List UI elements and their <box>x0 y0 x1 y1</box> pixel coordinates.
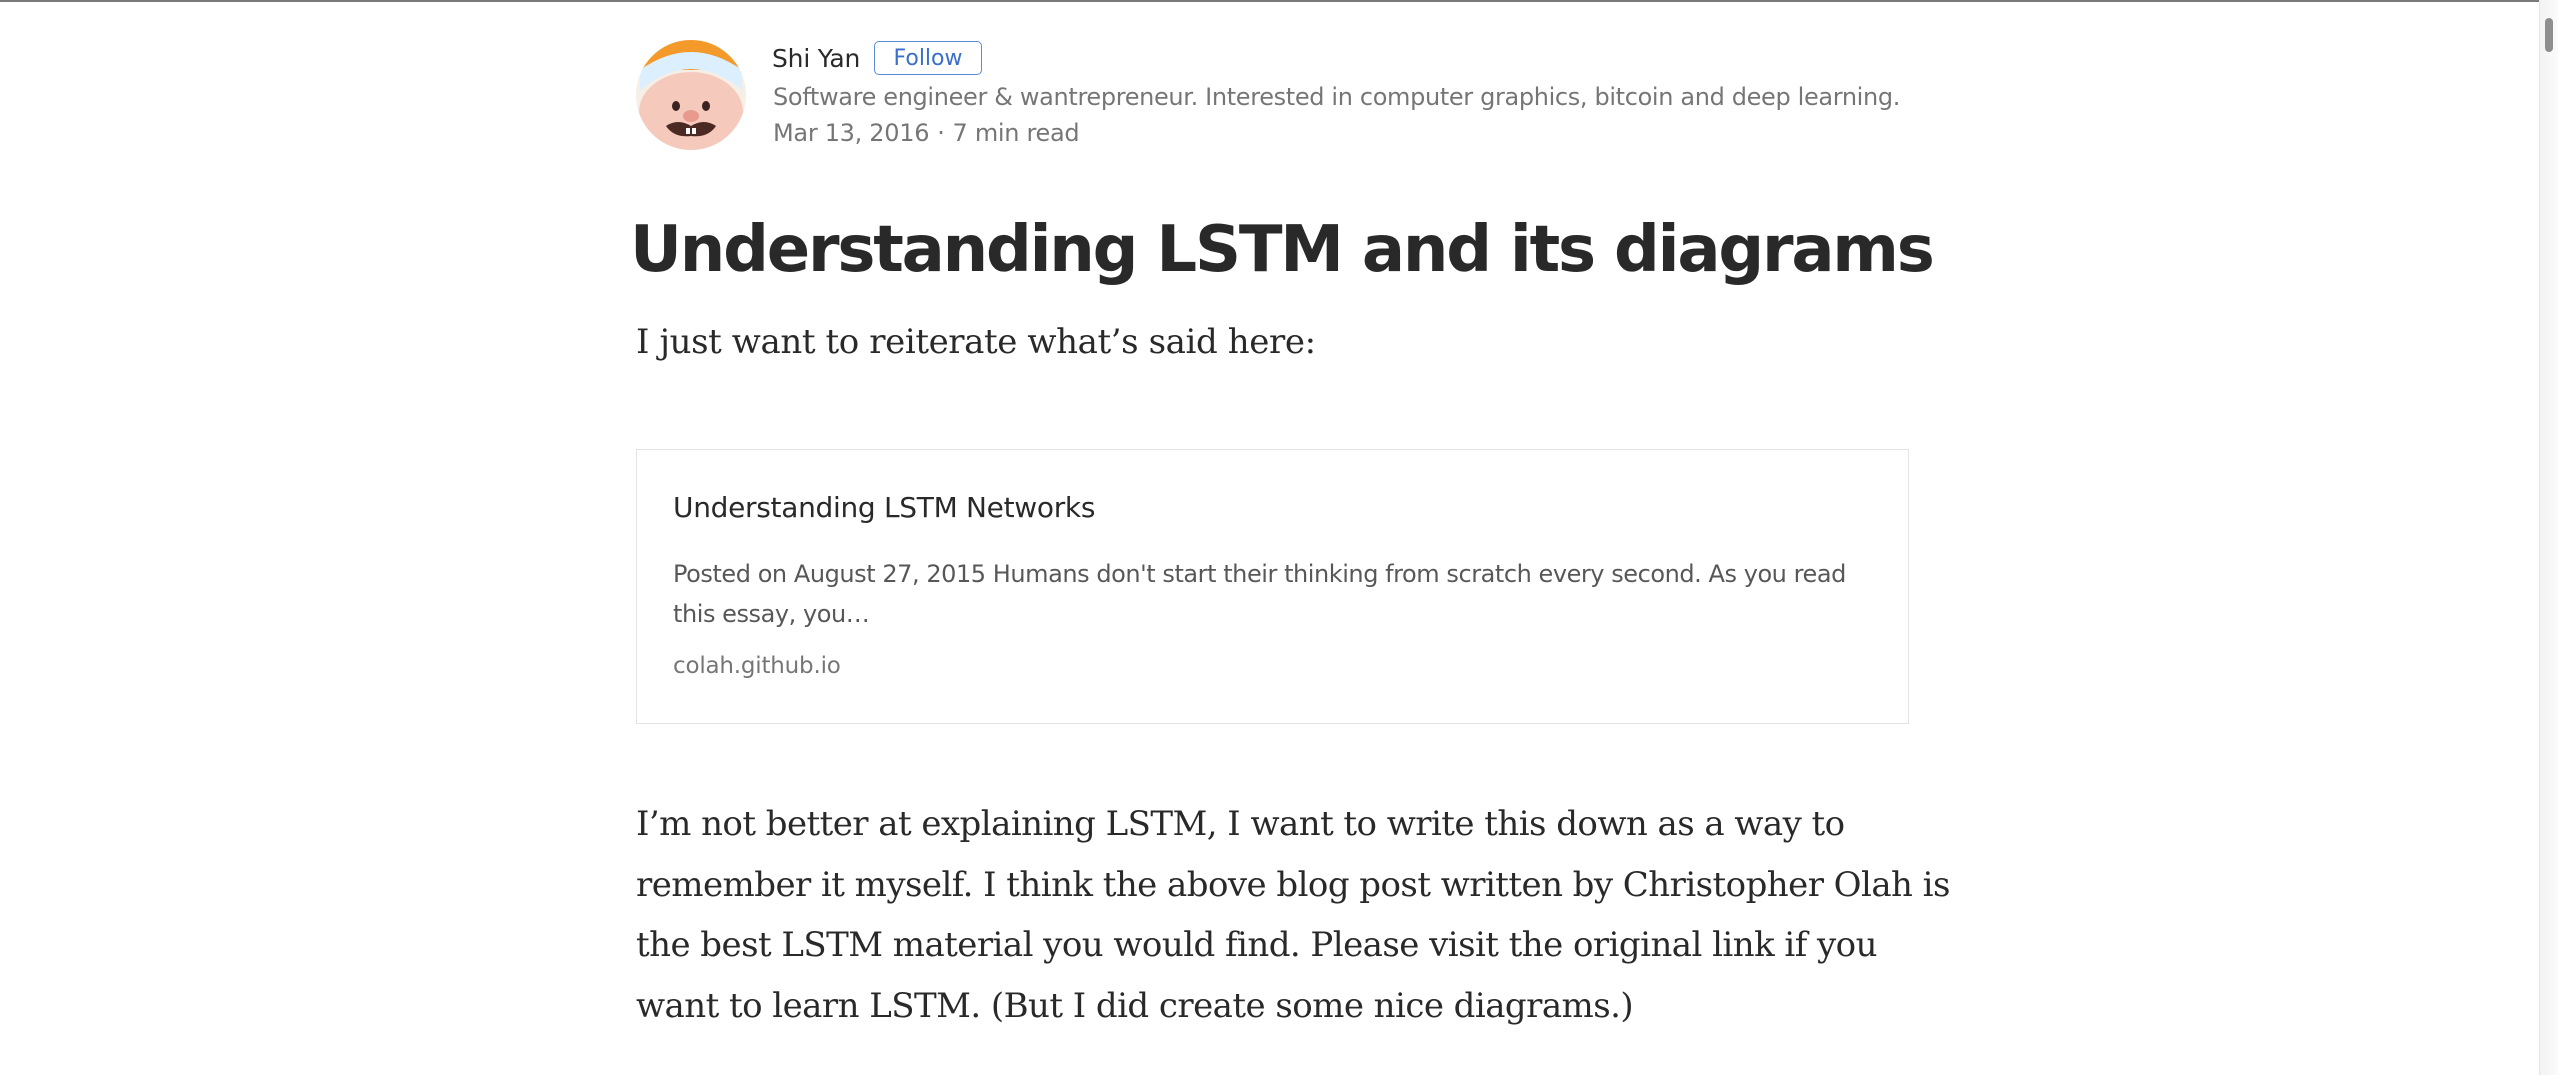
author-bio: Software engineer & wantrepreneur. Inter… <box>773 83 1901 111</box>
vertical-scrollbar[interactable] <box>2539 0 2558 1075</box>
post-meta: Mar 13, 2016 · 7 min read <box>773 116 1080 150</box>
follow-button[interactable]: Follow <box>874 41 982 75</box>
link-preview-card[interactable]: Understanding LSTM Networks Posted on Au… <box>636 449 1909 724</box>
body-line: remember it myself. I think the above bl… <box>636 864 1950 905</box>
post-title: Understanding LSTM and its diagrams <box>630 213 1935 287</box>
link-card-description: Posted on August 27, 2015 Humans don't s… <box>673 560 1846 628</box>
link-card-title: Understanding LSTM Networks <box>673 491 1096 524</box>
scrollbar-thumb[interactable] <box>2545 18 2553 52</box>
body-paragraph: I’m not better at explaining LSTM, I wan… <box>636 794 1950 1036</box>
body-line: the best LSTM material you would find. P… <box>636 925 1877 965</box>
read-time: 7 min read <box>952 119 1080 147</box>
body-line: I’m not better at explaining LSTM, I wan… <box>636 804 1845 844</box>
body-line: want to learn LSTM. (But I did create so… <box>636 985 1634 1026</box>
meta-separator: · <box>937 119 945 147</box>
cartoon-face-icon <box>636 40 746 150</box>
post-date[interactable]: Mar 13, 2016 <box>773 119 929 147</box>
author-name[interactable]: Shi Yan <box>772 42 860 76</box>
author-avatar[interactable] <box>636 40 746 150</box>
link-card-domain: colah.github.io <box>673 653 841 679</box>
window-top-border <box>0 0 2558 2</box>
post-intro: I just want to reiterate what’s said her… <box>636 322 1316 362</box>
